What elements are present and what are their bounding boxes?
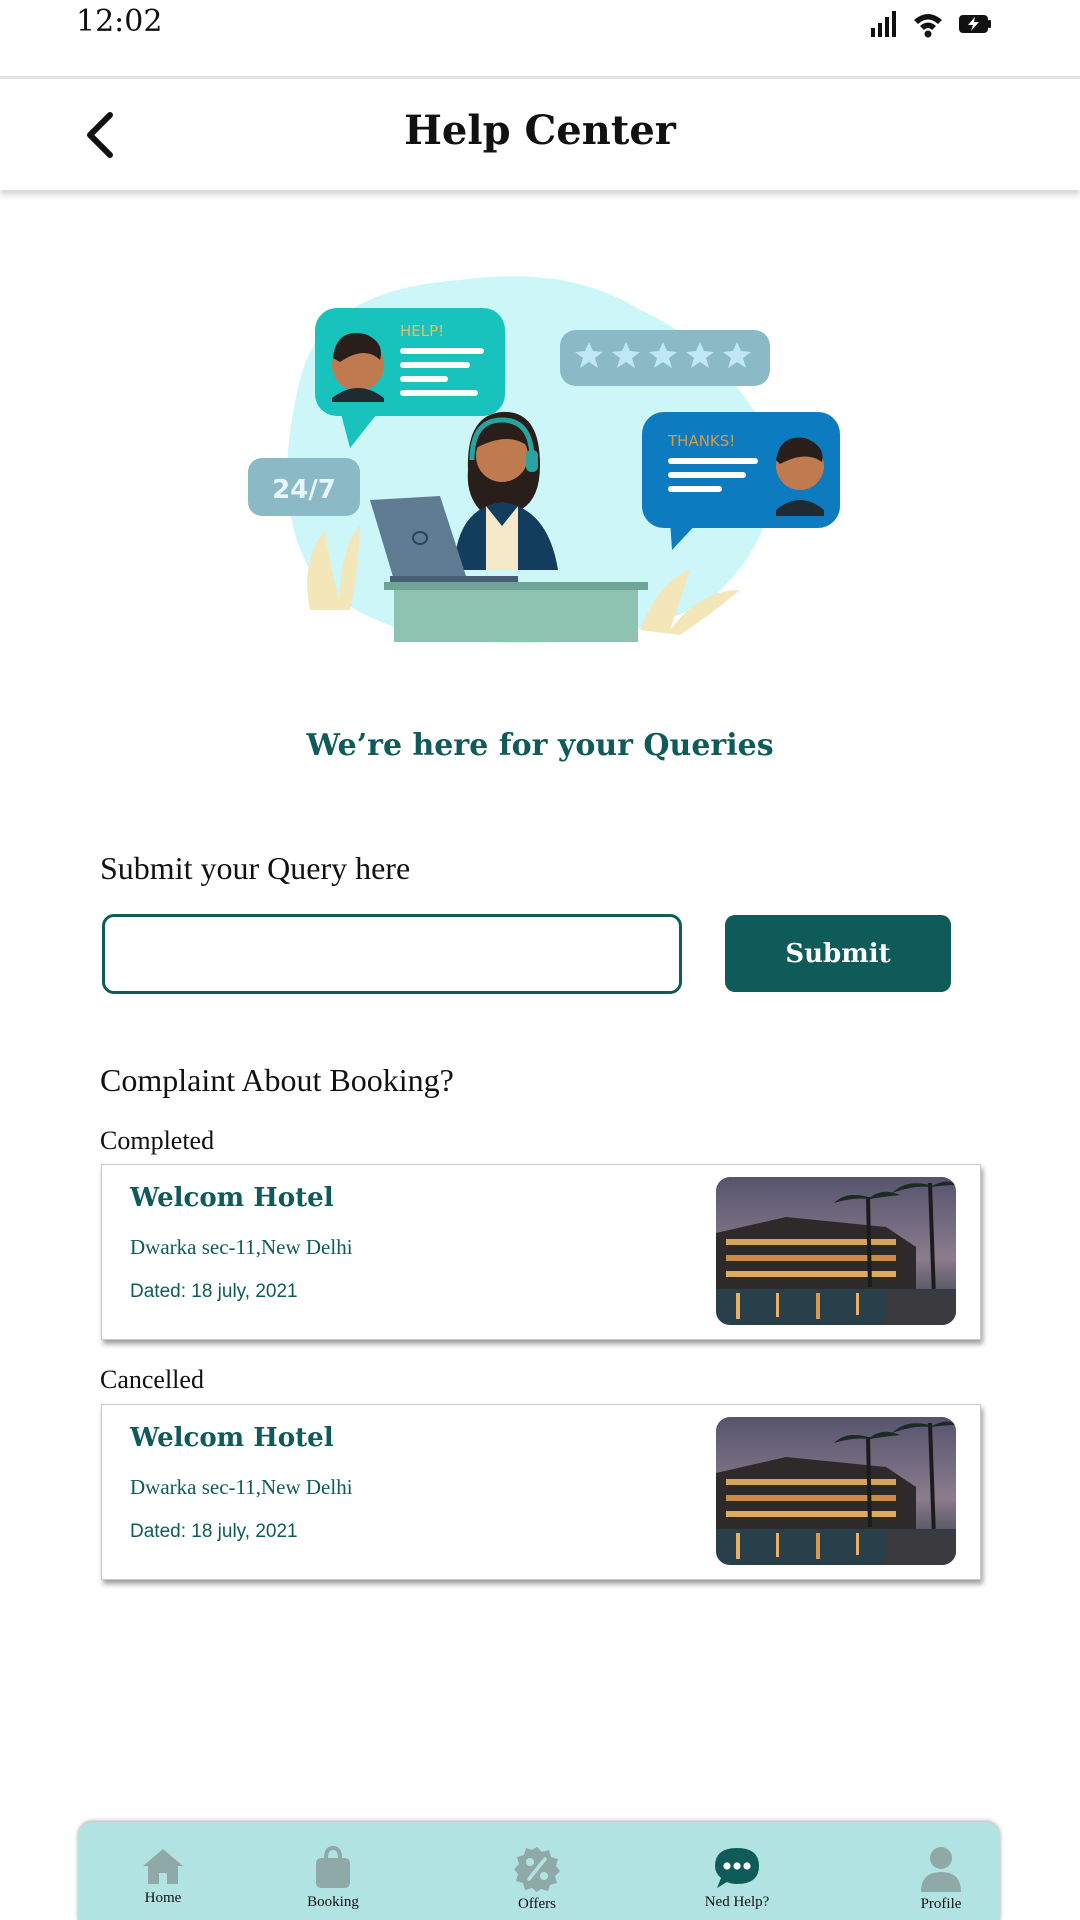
hotel-address: Dwarka sec-11,New Delhi [130, 1235, 353, 1259]
signal-icon [871, 11, 896, 37]
desk [384, 582, 648, 590]
hotel-image [716, 1417, 956, 1565]
user-icon [921, 1847, 961, 1892]
hotel-name: Welcom Hotel [130, 1183, 334, 1213]
app-header: Help Center [0, 76, 1080, 190]
nav-need-help[interactable]: Ned Help? [662, 1822, 812, 1920]
wifi-icon [914, 14, 942, 38]
nav-label: Profile [920, 1896, 962, 1912]
nav-label: Booking [307, 1894, 359, 1910]
tagline: We’re here for your Queries [306, 728, 774, 763]
status-time: 12:02 [76, 4, 163, 39]
shopping-bag-icon [316, 1846, 350, 1888]
hotel-image [716, 1177, 956, 1325]
chat-bubble-icon [715, 1848, 759, 1888]
query-input[interactable] [102, 914, 682, 994]
battery-charging-icon [959, 15, 991, 33]
booking-card-cancelled[interactable]: Welcom Hotel Dwarka sec-11,New Delhi Dat… [101, 1404, 981, 1580]
home-icon [143, 1849, 183, 1884]
badge-24-7: 24/7 [248, 458, 360, 516]
nav-booking[interactable]: Booking [258, 1822, 408, 1920]
nav-offers[interactable]: Offers [462, 1822, 612, 1920]
svg-text:24/7: 24/7 [272, 475, 336, 505]
complaint-title: Complaint About Booking? [100, 1062, 454, 1098]
query-label: Submit your Query here [100, 850, 411, 886]
status-bar: 12:02 [0, 0, 1080, 76]
page-title: Help Center [404, 107, 676, 154]
booking-card-completed[interactable]: Welcom Hotel Dwarka sec-11,New Delhi Dat… [101, 1164, 981, 1340]
desk-front [394, 590, 638, 642]
booking-date: Dated: 18 july, 2021 [130, 1281, 298, 1302]
section-label-completed: Completed [100, 1126, 215, 1155]
bottom-nav: Home Booking Offers Ned Help? Profile [78, 1822, 1000, 1920]
support-agent-illustration: HELP! 24/7 THANKS! [248, 276, 840, 644]
svg-text:HELP!: HELP! [400, 322, 444, 340]
booking-date: Dated: 18 july, 2021 [130, 1521, 298, 1542]
rating-stars [560, 330, 770, 386]
nav-profile[interactable]: Profile [866, 1822, 1016, 1920]
status-icons [870, 10, 992, 38]
hotel-address: Dwarka sec-11,New Delhi [130, 1475, 353, 1499]
hotel-name: Welcom Hotel [130, 1423, 334, 1453]
nav-label: Home [144, 1890, 182, 1906]
nav-label: Ned Help? [704, 1894, 770, 1910]
nav-label: Offers [517, 1896, 557, 1912]
nav-home[interactable]: Home [88, 1822, 238, 1920]
svg-text:THANKS!: THANKS! [667, 432, 735, 450]
submit-button[interactable]: Submit [725, 915, 951, 992]
percent-badge-icon [514, 1847, 560, 1892]
section-label-cancelled: Cancelled [100, 1365, 204, 1394]
